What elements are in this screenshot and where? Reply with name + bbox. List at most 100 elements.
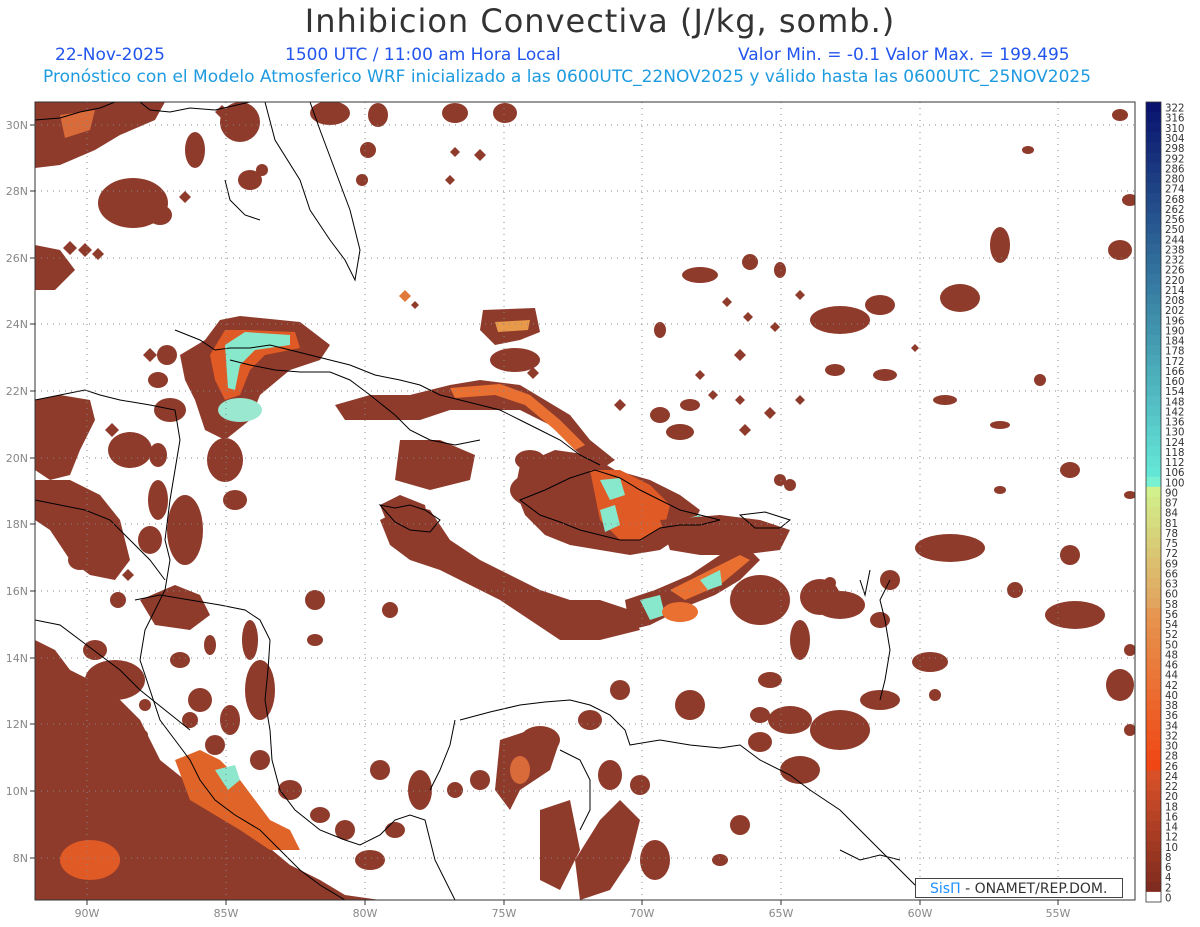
cin-region xyxy=(825,364,845,376)
colorbar-swatch xyxy=(1146,547,1161,559)
colorbar-swatch xyxy=(1146,102,1161,113)
colorbar-swatch xyxy=(1146,820,1161,832)
cin-region xyxy=(870,612,890,628)
colorbar-swatch xyxy=(1146,142,1161,154)
colorbar-swatch xyxy=(1146,598,1161,609)
cin-region xyxy=(873,369,897,381)
colorbar-swatch xyxy=(1146,658,1161,670)
cin-region xyxy=(915,534,985,562)
colorbar-swatch xyxy=(1146,608,1161,619)
cin-region xyxy=(167,495,203,565)
credit-text: - ONAMET/REP.DOM. xyxy=(965,881,1108,897)
cin-region xyxy=(1124,724,1135,736)
lat-label: 30N xyxy=(6,119,28,132)
cin-region xyxy=(1060,462,1080,478)
cin-region xyxy=(368,103,388,127)
lon-label: 85W xyxy=(214,907,239,920)
colorbar-swatch xyxy=(1146,750,1161,761)
cin-region xyxy=(250,750,270,770)
cin-region xyxy=(815,591,865,619)
colorbar: 3223163103042982922862802742682622562502… xyxy=(1145,101,1184,904)
colorbar-swatch xyxy=(1146,770,1161,781)
colorbar-swatch xyxy=(1146,709,1161,721)
colorbar-swatch xyxy=(1146,426,1161,437)
cin-region xyxy=(370,760,390,780)
cin-region xyxy=(758,672,782,688)
cin-region xyxy=(124,864,136,876)
colorbar-swatch xyxy=(1146,648,1161,660)
cin-region xyxy=(245,660,275,720)
lon-label: 65W xyxy=(769,907,794,920)
cin-region xyxy=(442,103,468,123)
cin-region xyxy=(356,174,368,186)
colorbar-swatch xyxy=(1146,537,1161,548)
colorbar-swatch xyxy=(1146,618,1161,629)
cin-region xyxy=(790,620,810,660)
cin-region xyxy=(630,775,650,795)
cin-region xyxy=(1045,601,1105,629)
colorbar-swatch xyxy=(1146,355,1161,366)
colorbar-swatch xyxy=(1146,213,1161,224)
cin-region xyxy=(1112,109,1128,121)
cin-region xyxy=(912,652,948,672)
colorbar-swatch xyxy=(1146,314,1161,326)
cin-region xyxy=(748,732,772,752)
colorbar-swatch xyxy=(1146,345,1161,356)
lon-label: 60W xyxy=(908,907,933,920)
colorbar-swatch xyxy=(1146,567,1161,579)
cin-region xyxy=(810,710,870,750)
cin-region xyxy=(730,815,750,835)
colorbar-swatch xyxy=(1146,264,1161,275)
lat-label: 28N xyxy=(6,185,28,198)
cin-region xyxy=(139,699,151,711)
cin-region xyxy=(307,634,323,646)
cin-region xyxy=(154,398,186,422)
cin-region xyxy=(1108,240,1132,260)
colorbar-swatch xyxy=(1146,699,1161,710)
colorbar-swatch xyxy=(1146,729,1161,741)
cin-region xyxy=(742,254,758,270)
cin-region xyxy=(110,592,126,608)
colorbar-swatch xyxy=(1146,233,1161,245)
cin-region xyxy=(933,395,957,405)
sispi-logo: SisΠ xyxy=(930,881,961,897)
colorbar-swatch xyxy=(1146,274,1161,285)
colorbar-swatch xyxy=(1146,588,1161,599)
colorbar-swatch xyxy=(1146,851,1161,862)
cin-region xyxy=(495,320,530,332)
lat-label: 26N xyxy=(6,252,28,265)
lon-label: 55W xyxy=(1046,907,1071,920)
colorbar-swatch xyxy=(1146,385,1161,397)
lat-label: 10N xyxy=(6,785,28,798)
lat-label: 18N xyxy=(6,518,28,531)
cin-region xyxy=(784,479,796,491)
cin-region xyxy=(223,490,247,510)
colorbar-swatch xyxy=(1146,719,1161,731)
cin-region xyxy=(1106,669,1134,701)
cin-region xyxy=(470,770,490,790)
cin-region xyxy=(824,577,836,589)
colorbar-swatch xyxy=(1146,466,1161,478)
cin-region xyxy=(493,103,517,123)
lon-label: 70W xyxy=(630,907,655,920)
lon-label: 75W xyxy=(492,907,517,920)
cin-region xyxy=(447,782,463,798)
colorbar-swatch xyxy=(1146,304,1161,316)
colorbar-swatch xyxy=(1146,172,1161,184)
colorbar-swatch xyxy=(1146,739,1161,751)
colorbar-swatch xyxy=(1146,284,1161,295)
cin-region xyxy=(220,705,240,735)
cin-region xyxy=(60,840,120,880)
cin-region xyxy=(1007,582,1023,598)
cin-region xyxy=(510,756,530,784)
colorbar-swatch xyxy=(1146,193,1161,204)
colorbar-swatch xyxy=(1146,446,1161,457)
colorbar-label: 0 xyxy=(1165,893,1171,904)
colorbar-swatch xyxy=(1146,405,1161,417)
cin-region xyxy=(1060,545,1080,565)
colorbar-swatch xyxy=(1146,324,1161,336)
cin-region xyxy=(929,689,941,701)
colorbar-swatch xyxy=(1146,496,1161,508)
colorbar-swatch xyxy=(1146,800,1161,812)
lat-label: 12N xyxy=(6,718,28,731)
